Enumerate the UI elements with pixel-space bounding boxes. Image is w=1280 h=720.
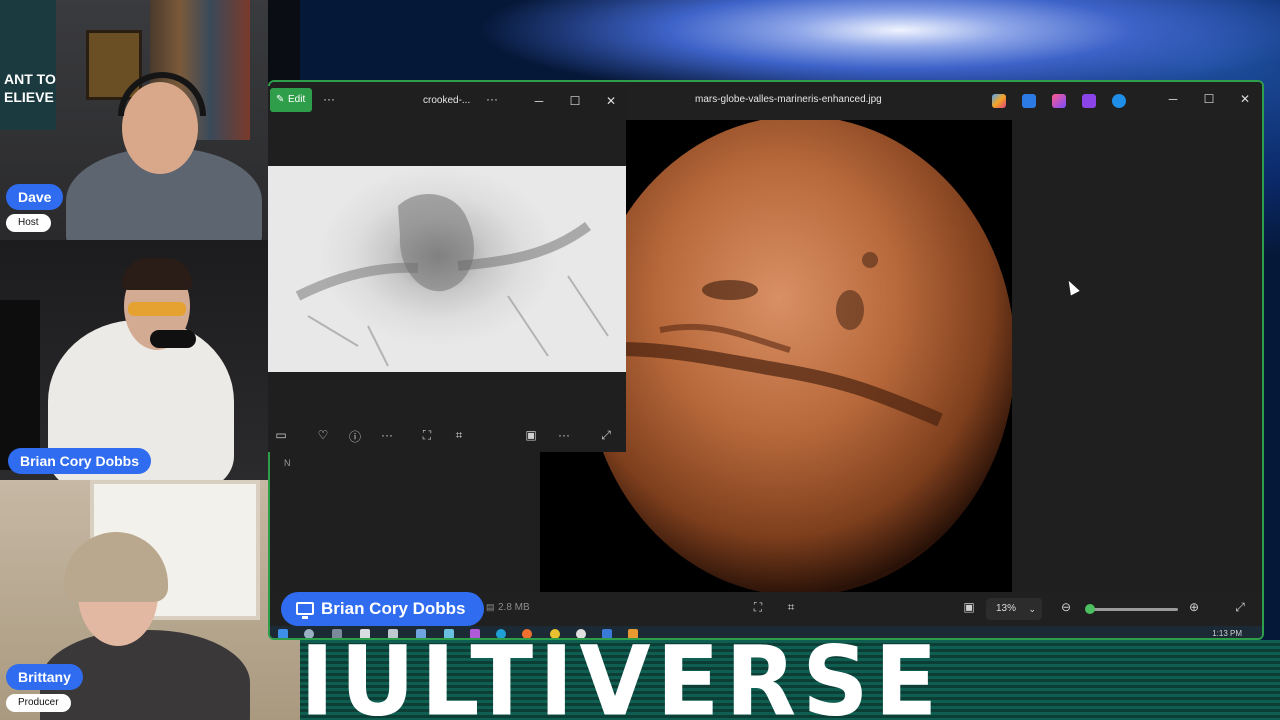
microphone [150,330,196,348]
main-window-title: mars-globe-valles-marineris-enhanced.jpg [695,94,882,105]
photo-figure [398,194,474,292]
webcam-brian: Brian Cory Dobbs [0,240,268,480]
name-tag-brittany: Brittany [6,664,83,690]
search-icon[interactable] [304,629,314,638]
fit-icon[interactable]: ⛶ [419,428,435,443]
main-window-controls: ─ ☐ ✕ [1166,92,1252,106]
copilot-icon[interactable] [992,94,1006,108]
crater-dark [702,280,758,300]
obs-icon[interactable] [576,629,586,638]
main-close-button[interactable]: ✕ [1238,92,1252,106]
photos-taskbar-icon[interactable] [628,629,638,638]
main-minimize-button[interactable]: ─ [1166,92,1180,106]
taskbar-app-1-icon[interactable] [332,629,342,638]
sub-more-button[interactable]: ··· [486,92,498,106]
fullscreen-icon[interactable]: ⤢ [1232,600,1248,615]
speaker [0,300,40,470]
sub-window-title: crooked-... [423,95,471,106]
name-tag-brian: Brian Cory Dobbs [8,448,152,474]
show-banner-text: IULTIVERSE [300,640,944,720]
brian-hair [122,258,192,290]
brian-glasses [128,302,186,316]
edit-button-label: Edit [288,94,306,105]
chrome-icon[interactable] [550,629,560,638]
fit-screen-icon[interactable]: ⛶ [750,600,766,615]
photo-arm-left [295,262,419,301]
video-editor-icon[interactable] [1082,94,1096,108]
crooked-photo[interactable] [268,166,626,372]
crater-small [862,252,878,268]
zoom-slider-knob[interactable] [1085,604,1095,614]
firefox-icon[interactable] [522,629,532,638]
photo-lines [307,275,609,367]
more-sub-icon[interactable]: ··· [556,428,572,442]
taskbar-app-6-icon[interactable] [470,629,480,638]
more-icon[interactable]: ··· [379,428,395,442]
show-banner: IULTIVERSE [300,640,1280,720]
edge-icon[interactable] [496,629,506,638]
edit-button[interactable]: Edit [270,88,312,112]
speaker-caption: Brian Cory Dobbs [281,592,484,626]
webcam-dave: ANT TO ELIEVE Dave Host [0,0,268,240]
actual-size-icon[interactable]: ▣ [961,600,977,614]
app-toolbar-icons [992,94,1126,108]
more-options-icon[interactable]: ··· [323,92,335,106]
designer-icon[interactable] [1022,94,1036,108]
monitor-icon [296,602,314,619]
sub-window-controls: ─ ☐ ✕ [532,94,618,108]
photos-window-secondary[interactable]: Edit ··· crooked-... ··· ─ ☐ ✕ ▭ ♡ ⓘ ···… [268,86,626,452]
taskbar-app-2-icon[interactable] [360,629,370,638]
role-tag-brittany: Producer [6,694,71,712]
chevron-down-icon: ⌄ [1028,604,1036,614]
onedrive-icon[interactable] [1112,94,1126,108]
file-size: 2.8 MB [498,602,530,613]
role-tag-dave: Host [6,214,51,232]
sub-bottom-toolbar: ▭ ♡ ⓘ ··· ⛶ ⌗ ▣ ··· ⤢ [268,424,626,448]
sub-close-button[interactable]: ✕ [604,94,618,108]
info-icon[interactable]: ⓘ [347,428,363,445]
sub-maximize-button[interactable]: ☐ [568,94,582,108]
caption-text: Brian Cory Dobbs [321,599,466,618]
main-maximize-button[interactable]: ☐ [1202,92,1216,106]
taskbar-app-5-icon[interactable] [444,629,454,638]
zoom-out-icon[interactable]: ⊖ [1058,600,1074,614]
crop-icon[interactable]: ⌗ [451,428,467,443]
file-size-icon: ▤ [486,602,495,612]
taskbar-clock: 1:13 PM [1212,629,1242,638]
photo-arm-right [457,221,591,271]
side-panel-label: N [284,458,291,468]
start-icon[interactable] [278,629,288,638]
zoom-value: 13% [996,603,1017,614]
zoom-dropdown[interactable]: 13% ⌄ [986,598,1042,620]
taskbar-app-7-icon[interactable] [602,629,612,638]
name-tag-dave: Dave [6,184,64,210]
select-region-icon[interactable]: ⌗ [783,600,799,615]
screen: IULTIVERSE ANT TO ELIEVE Dave Host Brian… [0,0,1280,720]
filmstrip-icon[interactable]: ▭ [273,428,289,442]
expand-icon[interactable]: ⤢ [598,428,614,443]
heart-icon[interactable]: ♡ [315,428,331,442]
zoom-slider[interactable] [1085,604,1178,614]
webcam-brittany: Brittany Producer [0,480,300,720]
crater-right [836,290,864,330]
sub-minimize-button[interactable]: ─ [532,94,546,108]
wall-poster: ANT TO ELIEVE [0,0,56,130]
zoom-in-icon[interactable]: ⊕ [1186,600,1202,614]
clipchamp-icon[interactable] [1052,94,1066,108]
windows-taskbar: 1:13 PM [270,626,1262,638]
crooked-photo-image [295,194,609,367]
taskbar-app-3-icon[interactable] [388,629,398,638]
taskbar-app-4-icon[interactable] [416,629,426,638]
actual-size-sub-icon[interactable]: ▣ [523,428,539,442]
